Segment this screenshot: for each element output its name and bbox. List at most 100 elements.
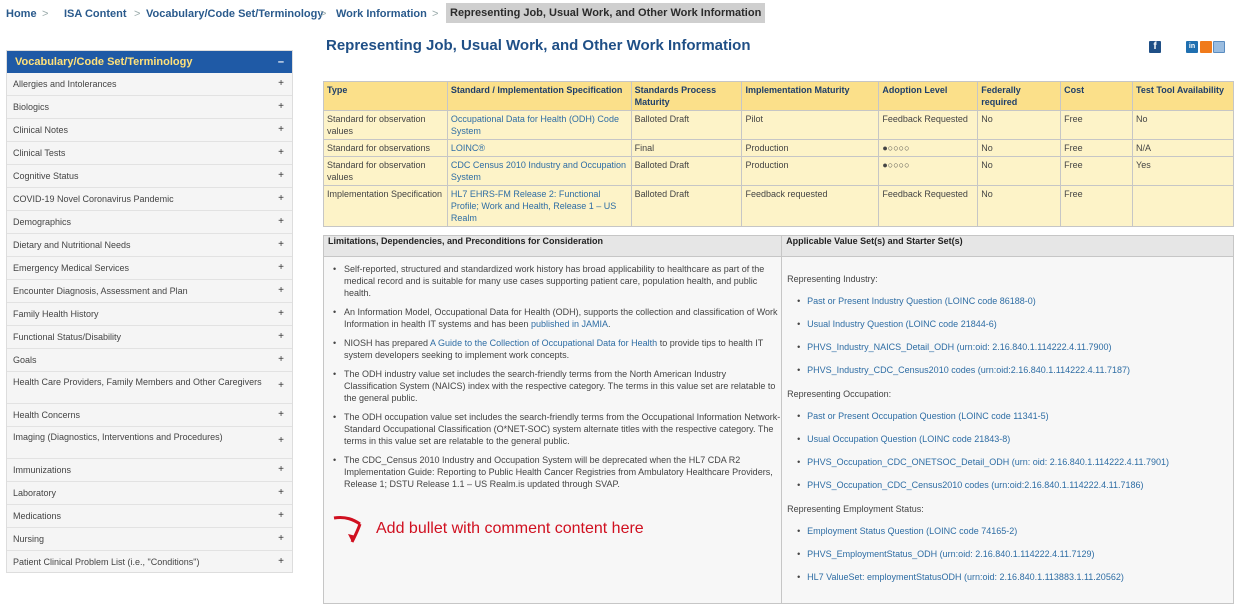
- sidebar-item[interactable]: Immunizations +: [7, 459, 292, 482]
- sidebar-item[interactable]: Demographics +: [7, 211, 292, 234]
- sidebar-item[interactable]: Clinical Notes +: [7, 119, 292, 142]
- value-set-link[interactable]: Usual Occupation Question (LOINC code 21…: [807, 434, 1010, 444]
- table-cell: ●○○○○: [878, 156, 979, 186]
- expand-icon[interactable]: +: [278, 234, 284, 256]
- breadcrumb-vocab-link[interactable]: Vocabulary/Code Set/Terminology: [146, 8, 323, 20]
- breadcrumb: Home > ISA Content > Vocabulary/Code Set…: [0, 0, 1234, 26]
- cell-text: Standard for observations: [327, 143, 431, 153]
- sidebar-item-label: Functional Status/Disability: [13, 332, 122, 342]
- expand-icon[interactable]: +: [278, 435, 284, 447]
- expand-icon[interactable]: +: [278, 119, 284, 141]
- sidebar-item[interactable]: Encounter Diagnosis, Assessment and Plan…: [7, 280, 292, 303]
- list-item: PHVS_Industry_CDC_Census2010 codes (urn:…: [787, 364, 1227, 376]
- value-set-link[interactable]: Past or Present Industry Question (LOINC…: [807, 296, 1036, 306]
- value-sets-header: Applicable Value Set(s) and Starter Set(…: [781, 235, 1234, 257]
- blogger-icon[interactable]: [1200, 41, 1212, 53]
- table-cell: Feedback Requested: [878, 110, 979, 140]
- column-header: Cost: [1060, 81, 1134, 111]
- expand-icon[interactable]: +: [278, 73, 284, 95]
- standard-link[interactable]: CDC Census 2010 Industry and Occupation …: [451, 160, 626, 182]
- sidebar-item[interactable]: Goals +: [7, 349, 292, 372]
- expand-icon[interactable]: +: [278, 303, 284, 325]
- cell-text: No: [1136, 114, 1148, 124]
- sidebar-item-label: Biologics: [13, 102, 50, 112]
- sidebar: Vocabulary/Code Set/Terminology – Allerg…: [6, 50, 293, 573]
- breadcrumb-isa-link[interactable]: ISA Content: [64, 8, 127, 20]
- expand-icon[interactable]: +: [278, 404, 284, 426]
- table-cell: CDC Census 2010 Industry and Occupation …: [446, 156, 632, 186]
- employment-heading: Representing Employment Status:: [787, 504, 924, 514]
- sidebar-item-label: Patient Clinical Problem List (i.e., "Co…: [13, 557, 200, 567]
- value-set-link[interactable]: Employment Status Question (LOINC code 7…: [807, 526, 1017, 536]
- standard-link[interactable]: Occupational Data for Health (ODH) Code …: [451, 114, 619, 136]
- sidebar-item[interactable]: Family Health History +: [7, 303, 292, 326]
- value-set-link[interactable]: Past or Present Occupation Question (LOI…: [807, 411, 1048, 421]
- cell-text: Free: [1064, 189, 1083, 199]
- expand-icon[interactable]: +: [278, 96, 284, 118]
- expand-icon[interactable]: +: [278, 482, 284, 504]
- jamia-link[interactable]: published in JAMIA: [531, 319, 608, 329]
- breadcrumb-home-link[interactable]: Home: [6, 8, 37, 20]
- expand-icon[interactable]: +: [278, 349, 284, 371]
- column-header: Test Tool Availability: [1132, 81, 1234, 111]
- expand-icon[interactable]: +: [278, 211, 284, 233]
- odh-guide-link[interactable]: A Guide to the Collection of Occupationa…: [430, 338, 657, 348]
- cell-text: Implementation Specification: [327, 189, 443, 199]
- value-set-link[interactable]: Usual Industry Question (LOINC code 2184…: [807, 319, 997, 329]
- expand-icon[interactable]: +: [278, 459, 284, 481]
- value-set-link[interactable]: PHVS_EmploymentStatus_ODH (urn:oid: 2.16…: [807, 549, 1094, 559]
- column-header: Adoption Level: [878, 81, 979, 111]
- sidebar-header[interactable]: Vocabulary/Code Set/Terminology –: [7, 51, 292, 73]
- sidebar-item[interactable]: Imaging (Diagnostics, Interventions and …: [7, 427, 292, 459]
- sidebar-item-label: Laboratory: [13, 488, 57, 498]
- sidebar-item[interactable]: COVID-19 Novel Coronavirus Pandemic +: [7, 188, 292, 211]
- sidebar-item[interactable]: Functional Status/Disability +: [7, 326, 292, 349]
- value-set-link[interactable]: HL7 ValueSet: employmentStatusODH (urn:o…: [807, 572, 1124, 582]
- sidebar-item[interactable]: Clinical Tests +: [7, 142, 292, 165]
- expand-icon[interactable]: +: [278, 280, 284, 302]
- value-set-link[interactable]: PHVS_Occupation_CDC_ONETSOC_Detail_ODH (…: [807, 457, 1169, 467]
- sidebar-item[interactable]: Health Care Providers, Family Members an…: [7, 372, 292, 404]
- expand-icon[interactable]: +: [278, 551, 284, 572]
- sidebar-item[interactable]: Dietary and Nutritional Needs +: [7, 234, 292, 257]
- sidebar-item-label: Health Concerns: [13, 410, 81, 420]
- expand-icon[interactable]: +: [278, 505, 284, 527]
- expand-icon[interactable]: +: [278, 257, 284, 279]
- limitations-table: Limitations, Dependencies, and Precondit…: [322, 235, 1234, 604]
- sidebar-item[interactable]: Health Concerns +: [7, 404, 292, 427]
- sidebar-item[interactable]: Cognitive Status +: [7, 165, 292, 188]
- value-sets-cell: Representing Industry: Past or Present I…: [781, 256, 1234, 604]
- sidebar-item[interactable]: Medications +: [7, 505, 292, 528]
- standard-link[interactable]: HL7 EHRS-FM Release 2: Functional Profil…: [451, 189, 616, 223]
- expand-icon[interactable]: +: [278, 380, 284, 392]
- sidebar-item[interactable]: Emergency Medical Services +: [7, 257, 292, 280]
- sidebar-item[interactable]: Biologics +: [7, 96, 292, 119]
- list-item: Self-reported, structured and standardiz…: [324, 263, 781, 299]
- facebook-icon[interactable]: f: [1149, 41, 1161, 53]
- cell-text: Free: [1064, 160, 1083, 170]
- cell-text: Standard for observation values: [327, 114, 426, 136]
- value-set-link[interactable]: PHVS_Industry_NAICS_Detail_ODH (urn:oid:…: [807, 342, 1111, 352]
- sidebar-item-label: COVID-19 Novel Coronavirus Pandemic: [13, 194, 174, 204]
- expand-icon[interactable]: +: [278, 326, 284, 348]
- expand-icon[interactable]: +: [278, 142, 284, 164]
- email-icon[interactable]: [1213, 41, 1225, 53]
- sidebar-item[interactable]: Patient Clinical Problem List (i.e., "Co…: [7, 551, 292, 572]
- expand-icon[interactable]: +: [278, 528, 284, 550]
- breadcrumb-work-link[interactable]: Work Information: [336, 8, 427, 20]
- table-cell: Free: [1060, 110, 1134, 140]
- expand-icon[interactable]: +: [278, 165, 284, 187]
- sidebar-item[interactable]: Nursing +: [7, 528, 292, 551]
- breadcrumb-separator: >: [432, 8, 439, 20]
- linkedin-icon[interactable]: in: [1186, 41, 1198, 53]
- collapse-icon[interactable]: –: [278, 51, 284, 73]
- cell-text: Yes: [1136, 160, 1151, 170]
- value-set-link[interactable]: PHVS_Occupation_CDC_Census2010 codes (ur…: [807, 480, 1143, 490]
- list-item: PHVS_Occupation_CDC_ONETSOC_Detail_ODH (…: [787, 456, 1227, 468]
- sidebar-item[interactable]: Allergies and Intolerances +: [7, 73, 292, 96]
- value-set-link[interactable]: PHVS_Industry_CDC_Census2010 codes (urn:…: [807, 365, 1130, 375]
- sidebar-item[interactable]: Laboratory +: [7, 482, 292, 505]
- standard-link[interactable]: LOINC®: [451, 143, 485, 153]
- expand-icon[interactable]: +: [278, 188, 284, 210]
- table-cell: Free: [1060, 156, 1134, 186]
